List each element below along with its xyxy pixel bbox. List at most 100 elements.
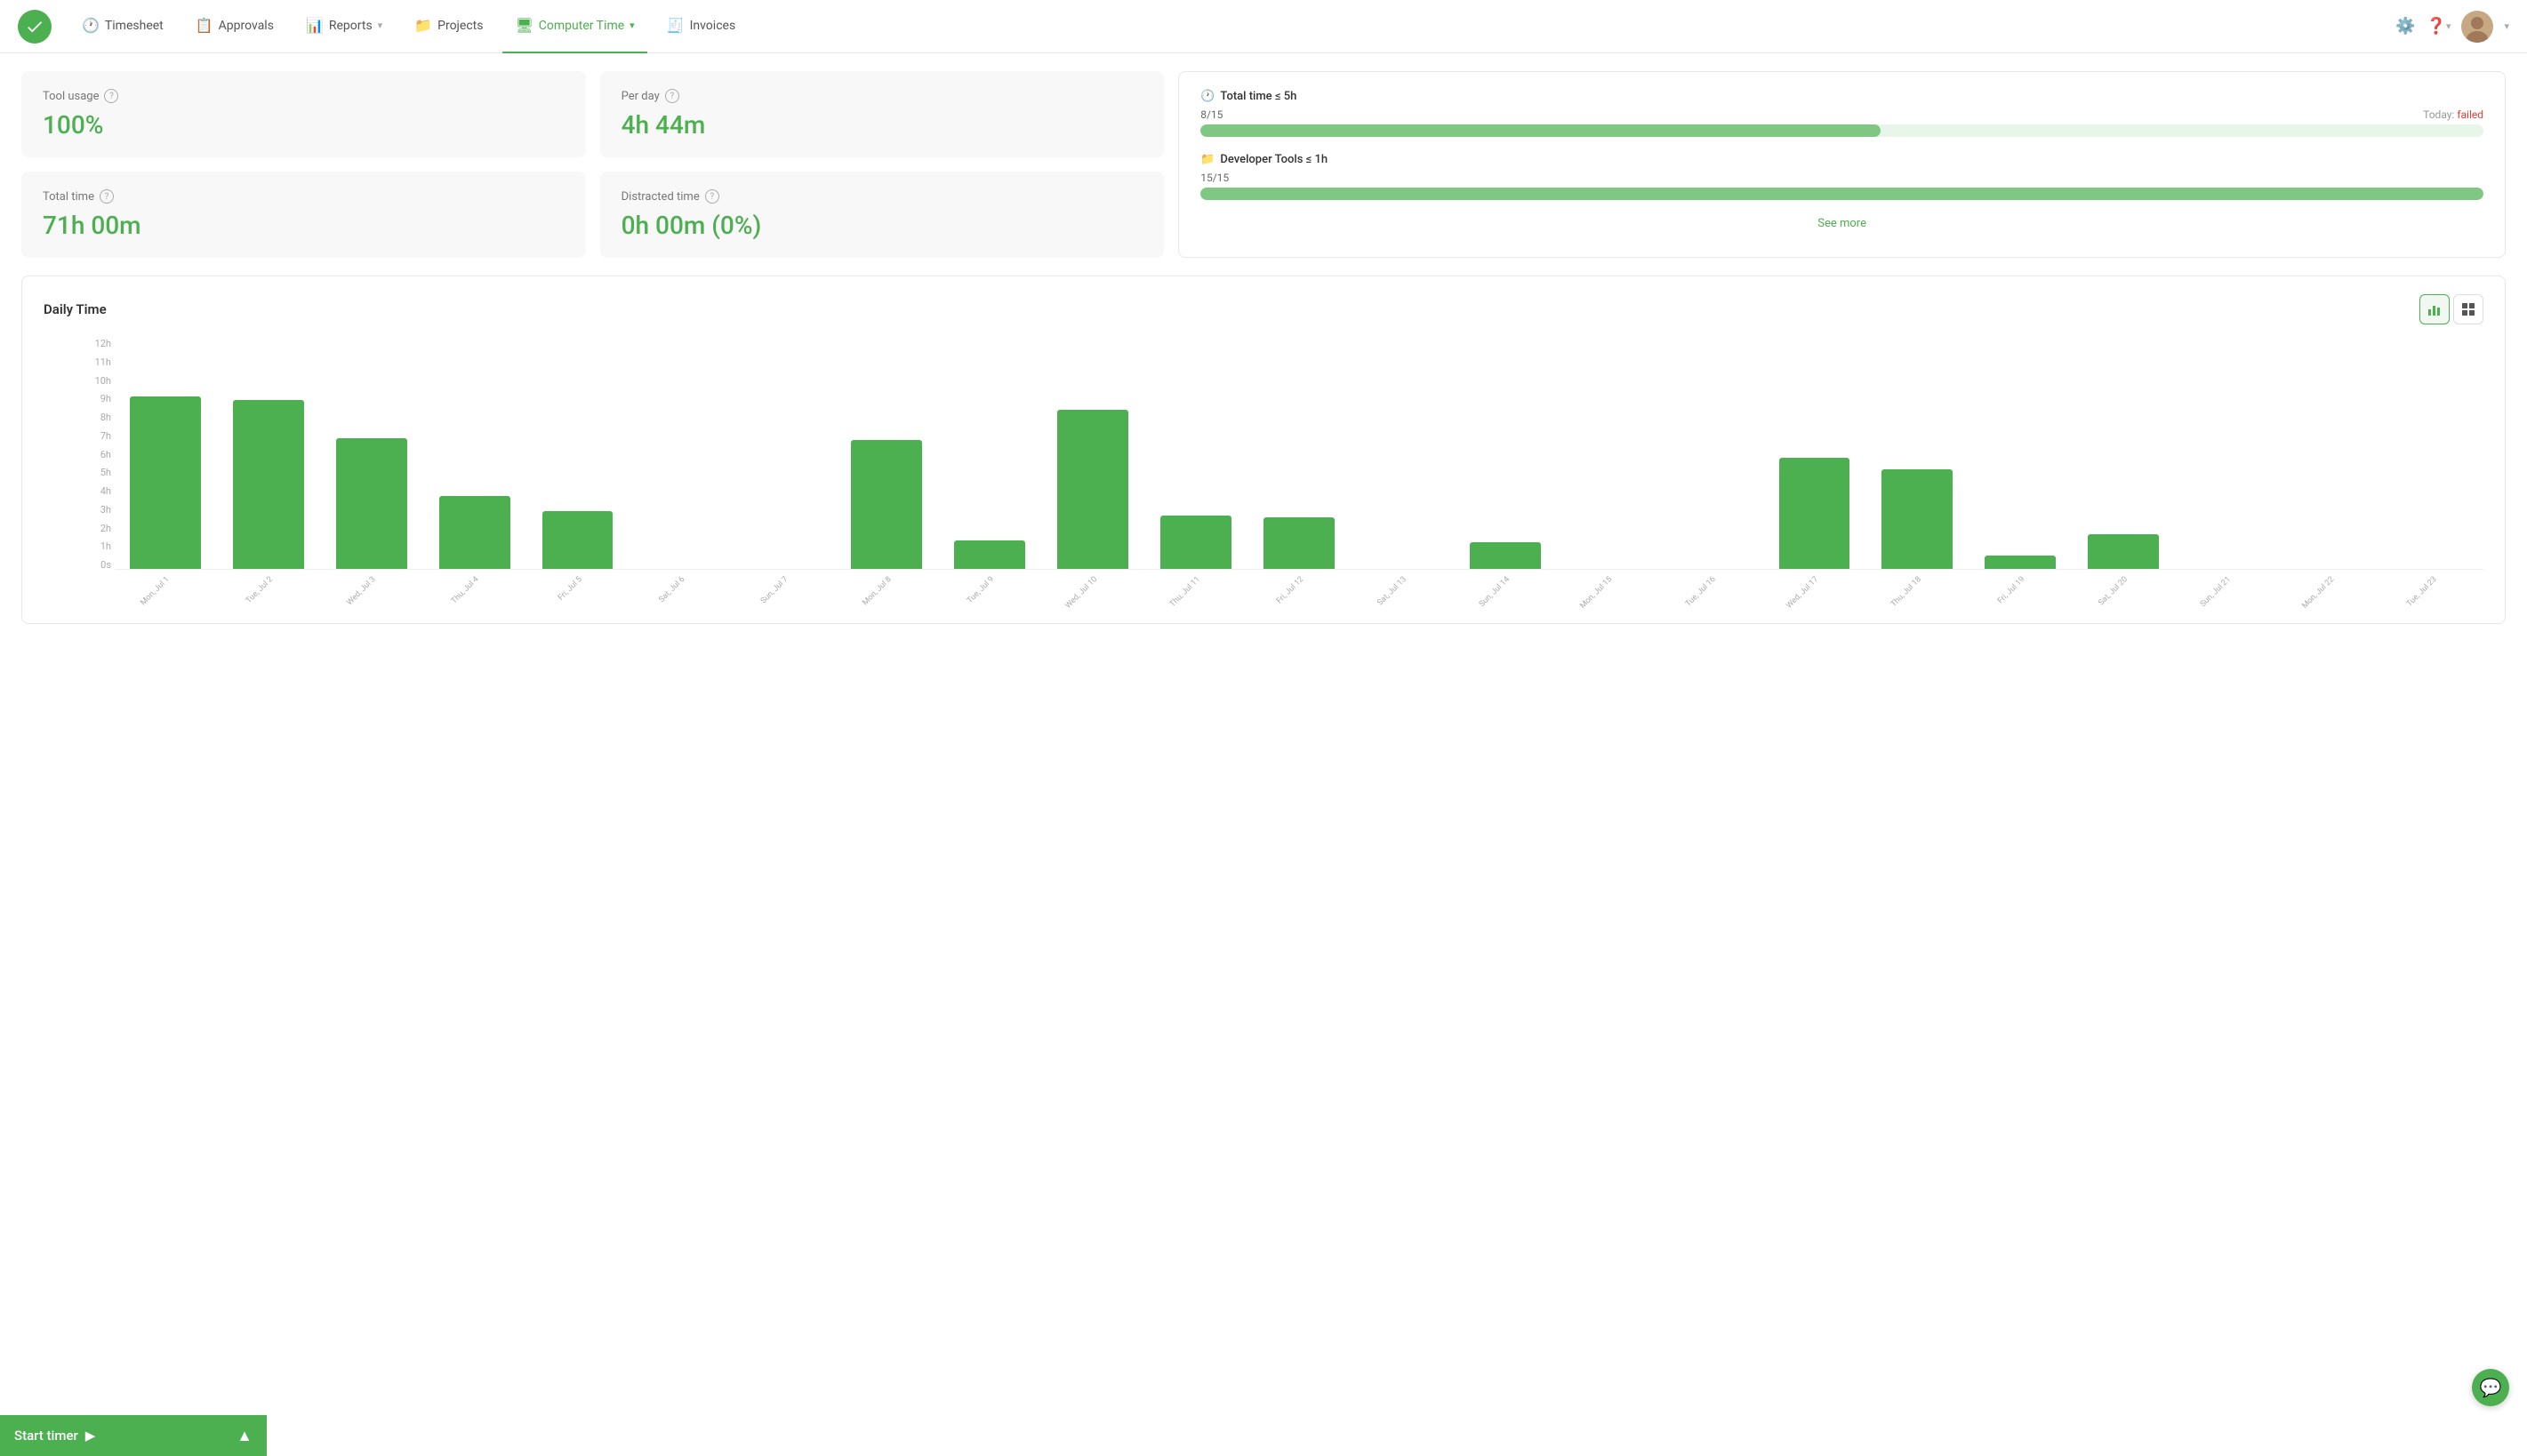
- bar-group: [1866, 339, 1968, 569]
- x-label: Tue, Jul 16: [1684, 575, 1718, 609]
- bar[interactable]: [1985, 556, 2056, 569]
- goal-1-meta: 8/15 Today: failed: [1200, 108, 2483, 121]
- user-menu-chevron[interactable]: ▾: [2504, 20, 2509, 32]
- bar[interactable]: [1470, 542, 1541, 569]
- goal-row-1: 🕐 Total time ≤ 5h 8/15 Today: failed: [1200, 90, 2483, 137]
- bar-group: [733, 339, 834, 569]
- bar[interactable]: [336, 438, 407, 569]
- bar-group: [1352, 339, 1453, 569]
- bar[interactable]: [130, 396, 201, 569]
- bar[interactable]: [542, 511, 614, 569]
- per-day-label: Per day ?: [622, 89, 1143, 103]
- x-label-group: Mon, Jul 8: [836, 570, 937, 605]
- projects-icon: 📁: [414, 17, 432, 34]
- bar-group: [1558, 339, 1659, 569]
- navigation: 🕐 Timesheet 📋 Approvals 📊 Reports ▾ 📁 Pr…: [0, 0, 2527, 53]
- app-logo[interactable]: [18, 10, 52, 44]
- x-label: Mon, Jul 22: [2300, 575, 2336, 611]
- clock-icon: 🕐: [1200, 90, 1215, 103]
- invoices-icon: 🧾: [667, 17, 685, 34]
- bar-group: [1455, 339, 1556, 569]
- x-label-group: Fri, Jul 19: [1969, 570, 2071, 605]
- x-label: Fri, Jul 19: [1996, 575, 2026, 605]
- bar[interactable]: [954, 540, 1025, 569]
- see-more-link[interactable]: See more: [1817, 217, 1866, 230]
- x-label-group: Thu, Jul 18: [1866, 570, 1968, 605]
- bar-group: [1661, 339, 1762, 569]
- nav-approvals[interactable]: 📋 Approvals: [183, 0, 286, 53]
- distracted-time-card: Distracted time ? 0h 00m (0%): [600, 172, 1165, 258]
- approvals-icon: 📋: [196, 17, 213, 34]
- distracted-time-help[interactable]: ?: [705, 189, 719, 204]
- nav-projects[interactable]: 📁 Projects: [402, 0, 495, 53]
- chat-button[interactable]: 💬: [2472, 1369, 2509, 1406]
- y-label-12h: 12h: [79, 339, 111, 348]
- grid-chart-view-button[interactable]: [2453, 294, 2483, 324]
- reports-chevron: ▾: [378, 20, 383, 31]
- start-timer-icon: ▶: [85, 1428, 96, 1444]
- chart-header: Daily Time: [44, 294, 2483, 324]
- x-label-group: Fri, Jul 12: [1248, 570, 1350, 605]
- x-label-group: Sat, Jul 20: [2073, 570, 2174, 605]
- user-avatar[interactable]: [2461, 11, 2493, 43]
- bar[interactable]: [1160, 516, 1231, 569]
- tool-usage-value: 100%: [43, 110, 565, 140]
- x-label: Mon, Jul 1: [140, 575, 172, 607]
- goal-1-today: Today: failed: [2423, 108, 2483, 121]
- per-day-help[interactable]: ?: [665, 89, 679, 103]
- x-label: Wed, Jul 10: [1063, 575, 1099, 611]
- bar[interactable]: [1264, 517, 1335, 569]
- computer-time-chevron: ▾: [630, 20, 635, 31]
- bar[interactable]: [439, 496, 510, 569]
- bars-container: [115, 339, 2483, 570]
- per-day-value: 4h 44m: [622, 110, 1143, 140]
- bar[interactable]: [1779, 458, 1850, 569]
- bar[interactable]: [233, 400, 304, 569]
- x-label: Tue, Jul 23: [2405, 575, 2439, 609]
- tool-usage-label: Tool usage ?: [43, 89, 565, 103]
- bar-group: [424, 339, 525, 569]
- bar-group: [1145, 339, 1247, 569]
- x-label-group: Tue, Jul 16: [1661, 570, 1762, 605]
- nav-timesheet-label: Timesheet: [105, 19, 164, 33]
- x-label-group: Tue, Jul 23: [2382, 570, 2483, 605]
- goal-2-meta: 15/15: [1200, 172, 2483, 184]
- x-label: Sun, Jul 14: [1478, 575, 1512, 609]
- bar-group: [218, 339, 319, 569]
- x-label-group: Sun, Jul 7: [733, 570, 834, 605]
- tool-usage-help[interactable]: ?: [104, 89, 118, 103]
- nav-reports[interactable]: 📊 Reports ▾: [293, 0, 395, 53]
- bar[interactable]: [851, 440, 922, 569]
- settings-button[interactable]: ⚙️: [2395, 17, 2415, 36]
- bar-chart-view-button[interactable]: [2419, 294, 2450, 324]
- goal-1-header: 🕐 Total time ≤ 5h: [1200, 90, 2483, 103]
- y-label-5h: 5h: [79, 468, 111, 477]
- bar[interactable]: [2088, 534, 2159, 569]
- x-label-group: Tue, Jul 2: [218, 570, 319, 605]
- goal-2-progress-bar: [1200, 188, 2483, 200]
- total-time-help[interactable]: ?: [100, 189, 114, 204]
- total-time-value: 71h 00m: [43, 211, 565, 240]
- nav-invoices-label: Invoices: [690, 19, 736, 33]
- start-timer-bar[interactable]: Start timer ▶ ▲: [0, 1415, 267, 1456]
- start-timer-label: Start timer ▶: [14, 1428, 95, 1444]
- start-timer-text: Start timer: [14, 1428, 78, 1444]
- nav-computer-time[interactable]: 🖥 Computer Time ▾: [502, 0, 646, 53]
- bar-group: [1764, 339, 1865, 569]
- see-more[interactable]: See more: [1200, 216, 2483, 230]
- bar-group: [939, 339, 1040, 569]
- x-label-group: Thu, Jul 11: [1145, 570, 1247, 605]
- bar[interactable]: [1057, 410, 1128, 569]
- nav-timesheet[interactable]: 🕐 Timesheet: [69, 0, 176, 53]
- x-label: Sat, Jul 13: [1376, 575, 1408, 608]
- bar-group: [2279, 339, 2380, 569]
- nav-projects-label: Projects: [437, 19, 483, 33]
- reports-icon: 📊: [306, 17, 324, 34]
- x-label: Tue, Jul 9: [966, 575, 996, 605]
- help-button[interactable]: ❓ ▾: [2427, 17, 2451, 36]
- nav-invoices[interactable]: 🧾 Invoices: [654, 0, 749, 53]
- start-timer-chevron[interactable]: ▲: [237, 1427, 253, 1445]
- bar[interactable]: [1881, 469, 1953, 569]
- x-labels-container: Mon, Jul 1Tue, Jul 2Wed, Jul 3Thu, Jul 4…: [115, 570, 2483, 605]
- distracted-time-value: 0h 00m (0%): [622, 211, 1143, 240]
